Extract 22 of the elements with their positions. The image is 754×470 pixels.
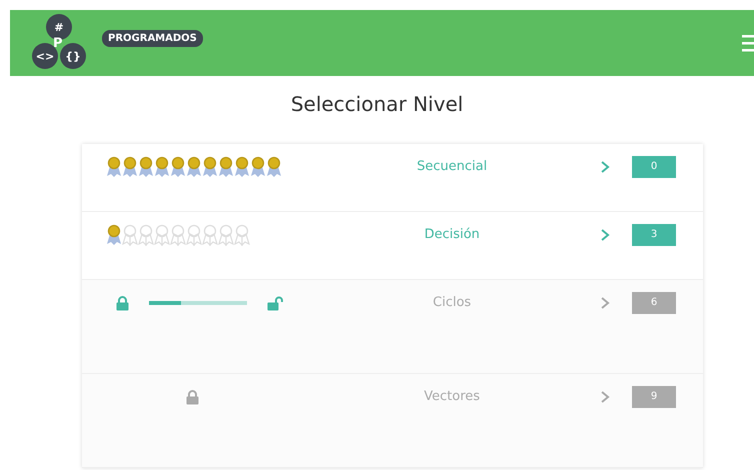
count-badge: 0 (632, 156, 676, 178)
chevron-right-icon (600, 160, 610, 174)
count-badge: 3 (632, 224, 676, 246)
level-name: Secuencial (416, 158, 488, 176)
count-badge: 6 (632, 292, 676, 314)
level-row[interactable]: Ciclos 6 (82, 280, 703, 374)
level-row[interactable]: Vectores 9 (82, 374, 703, 468)
lock-icon (116, 296, 129, 310)
menu-icon[interactable] (742, 32, 754, 54)
lock-icon (186, 390, 199, 404)
chevron-right-icon (600, 228, 610, 242)
count-badge: 9 (632, 386, 676, 408)
chevron-right-icon (600, 296, 610, 310)
page-title: Seleccionar Nivel (290, 92, 464, 116)
level-name: Vectores (423, 388, 481, 406)
chevron-right-icon (600, 390, 610, 404)
brand-label: PROGRAMADOS (102, 30, 203, 47)
logo-circle: {} (60, 43, 86, 69)
level-name: Decisión (423, 226, 481, 244)
unlocked-padlock-icon (267, 296, 283, 310)
level-row[interactable]: Secuencial 0 (82, 144, 703, 212)
level-name: Ciclos (432, 294, 472, 312)
